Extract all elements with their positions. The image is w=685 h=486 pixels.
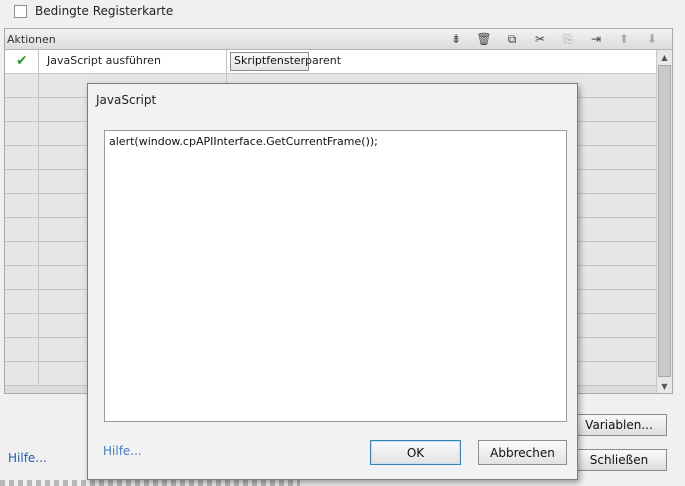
insert-after-icon[interactable]: ⇥	[582, 31, 610, 47]
status-cell	[5, 362, 39, 385]
conditional-tab-label: Bedingte Registerkarte	[35, 4, 174, 18]
check-icon: ✔	[16, 53, 28, 69]
javascript-dialog: JavaScript alert(window.cpAPIInterface.G…	[87, 83, 578, 480]
insert-row-icon[interactable]: ⇟	[442, 31, 470, 47]
status-cell	[5, 74, 39, 97]
status-cell: ✔	[5, 50, 39, 73]
status-cell	[5, 170, 39, 193]
action-name: JavaScript ausführen	[47, 54, 161, 67]
copy-icon[interactable]: ⧉	[498, 31, 526, 47]
scroll-thumb[interactable]	[658, 65, 671, 377]
cancel-button[interactable]: Abbrechen	[478, 440, 567, 465]
status-cell	[5, 194, 39, 217]
status-cell	[5, 338, 39, 361]
dialog-title: JavaScript	[96, 93, 157, 107]
cut-icon[interactable]: ✂	[526, 31, 554, 47]
taskbar-strip	[0, 480, 300, 486]
status-cell	[5, 218, 39, 241]
conditional-tab-row: Bedingte Registerkarte	[0, 0, 685, 26]
move-up-icon[interactable]: ⬆	[610, 31, 638, 47]
script-editor[interactable]: alert(window.cpAPIInterface.GetCurrentFr…	[104, 130, 567, 422]
status-cell	[5, 98, 39, 121]
help-link[interactable]: Hilfe...	[8, 451, 47, 465]
ok-button[interactable]: OK	[370, 440, 461, 465]
status-cell	[5, 242, 39, 265]
dialog-help-link[interactable]: Hilfe...	[103, 444, 142, 458]
trash-icon[interactable]: 🗑	[470, 31, 498, 47]
paste-icon[interactable]: ⎘	[554, 31, 582, 47]
target-value: parent	[305, 54, 342, 67]
actions-title: Aktionen	[7, 33, 56, 46]
actions-toolbar: ⇟ 🗑 ⧉ ✂ ⎘ ⇥ ⬆ ⬇	[442, 31, 666, 47]
script-window-button[interactable]: Skriptfenster	[230, 52, 310, 71]
status-cell	[5, 290, 39, 313]
parameter-cell[interactable]: Skriptfenster parent	[227, 50, 656, 73]
table-row[interactable]: ✔ JavaScript ausführen Skriptfenster parent	[5, 50, 656, 74]
status-cell	[5, 122, 39, 145]
action-cell[interactable]: JavaScript ausführen	[39, 50, 227, 73]
move-down-icon[interactable]: ⬇	[638, 31, 666, 47]
actions-scrollbar[interactable]: ▲ ▼	[656, 50, 672, 393]
close-button[interactable]: Schließen	[571, 449, 667, 471]
status-cell	[5, 146, 39, 169]
actions-header: Aktionen ⇟ 🗑 ⧉ ✂ ⎘ ⇥ ⬆ ⬇	[5, 29, 672, 50]
variables-button[interactable]: Variablen...	[571, 414, 667, 436]
status-cell	[5, 266, 39, 289]
conditional-tab-checkbox[interactable]	[14, 5, 27, 18]
status-cell	[5, 314, 39, 337]
scroll-up-icon[interactable]: ▲	[657, 50, 672, 64]
scroll-down-icon[interactable]: ▼	[657, 379, 672, 393]
